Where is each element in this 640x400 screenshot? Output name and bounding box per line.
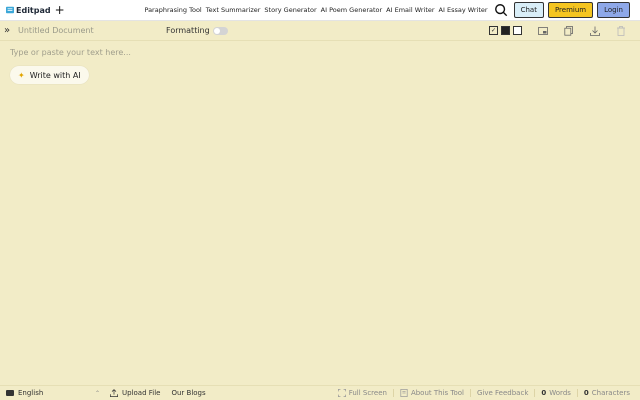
formatting-label: Formatting [166, 26, 210, 35]
character-count-value: 0 [583, 389, 589, 397]
delete-trash-icon[interactable] [616, 25, 626, 36]
write-with-ai-label: Write with AI [29, 70, 81, 80]
language-label: English [18, 389, 44, 397]
give-feedback-label: Give Feedback [477, 389, 529, 397]
nav-link-poem-generator[interactable]: AI Poem Generator [321, 6, 383, 14]
word-count-label: Words [549, 389, 571, 397]
give-feedback-button[interactable]: Give Feedback [470, 389, 528, 397]
nav-link-story-generator[interactable]: Story Generator [264, 6, 316, 14]
character-count: 0 Characters [576, 389, 630, 397]
character-count-label: Characters [591, 389, 630, 397]
theme-swatch-white[interactable] [513, 26, 522, 35]
theme-swatch-dark[interactable] [501, 26, 510, 35]
nav-link-summarizer[interactable]: Text Summarizer [206, 6, 261, 14]
full-screen-button[interactable]: Full Screen [337, 389, 387, 397]
editor-textarea[interactable]: Type or paste your text here... [10, 48, 131, 57]
full-screen-label: Full Screen [348, 389, 387, 397]
nav-link-paraphrasing[interactable]: Paraphrasing Tool [144, 6, 201, 14]
nav-link-email-writer[interactable]: AI Email Writer [386, 6, 434, 14]
document-tools [522, 25, 626, 36]
write-with-ai-button[interactable]: ✦ Write with AI [10, 66, 89, 84]
picture-in-picture-icon[interactable] [538, 26, 548, 36]
download-icon[interactable] [590, 26, 600, 36]
login-button[interactable]: Login [597, 2, 630, 18]
expand-sidebar-icon[interactable]: » [4, 25, 16, 36]
bottom-status-bar: English ⌃ Upload File Our Blogs Full Scr… [0, 385, 640, 400]
editpad-logo-icon [6, 6, 14, 14]
word-count-value: 0 [541, 389, 547, 397]
language-selector[interactable]: English ⌃ [6, 389, 100, 397]
language-icon [6, 390, 14, 396]
formatting-toggle[interactable] [212, 26, 228, 35]
top-navbar: Editpad + Paraphrasing Tool Text Summari… [0, 0, 640, 21]
about-tool-label: About This Tool [410, 389, 464, 397]
nav-link-essay-writer[interactable]: AI Essay Writer [439, 6, 488, 14]
word-count: 0 Words [534, 389, 571, 397]
our-blogs-link[interactable]: Our Blogs [171, 389, 205, 397]
about-tool-button[interactable]: About This Tool [392, 389, 464, 397]
status-right-group: Full Screen About This Tool Give Feedbac… [332, 389, 630, 397]
editor-toolbar: » Untitled Document Formatting ✓ [0, 21, 640, 41]
logo-text: Editpad [16, 5, 51, 15]
new-document-plus-icon[interactable]: + [55, 4, 65, 16]
fullscreen-icon [337, 389, 346, 397]
theme-swatch-cream[interactable]: ✓ [489, 26, 498, 35]
about-book-icon [400, 389, 408, 397]
nav-links: Paraphrasing Tool Text Summarizer Story … [140, 6, 487, 14]
upload-file-label: Upload File [122, 389, 161, 397]
document-title-input[interactable]: Untitled Document [18, 26, 166, 35]
upload-icon [110, 389, 118, 397]
theme-swatches: ✓ [486, 26, 522, 35]
upload-file-button[interactable]: Upload File [110, 389, 160, 397]
logo[interactable]: Editpad [6, 6, 51, 15]
chevron-up-icon: ⌃ [94, 389, 100, 397]
chat-button[interactable]: Chat [513, 2, 544, 18]
sparkle-icon: ✦ [18, 70, 25, 80]
copy-icon[interactable] [564, 25, 574, 36]
search-icon[interactable] [494, 3, 508, 17]
premium-button[interactable]: Premium [547, 2, 594, 18]
